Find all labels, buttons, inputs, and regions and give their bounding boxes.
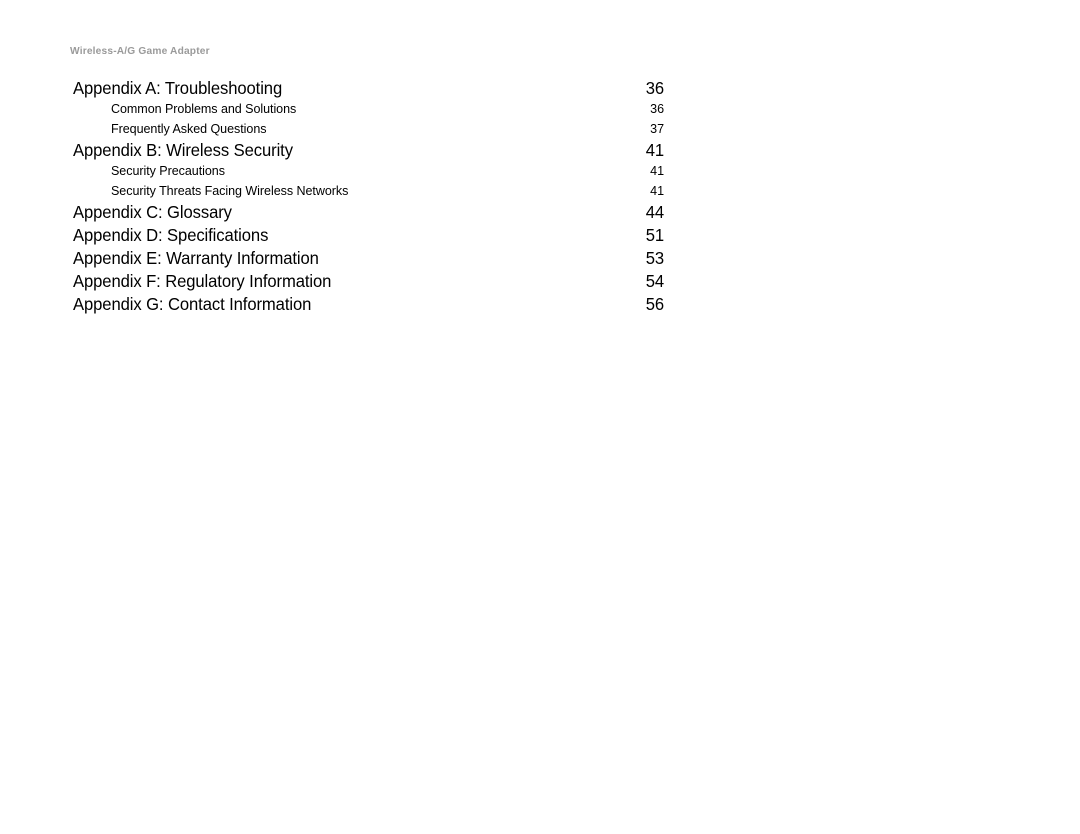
document-page: Wireless-A/G Game Adapter Appendix A: Tr… bbox=[0, 0, 1080, 834]
toc-entry-title: Appendix C: Glossary bbox=[73, 202, 232, 222]
toc-entry[interactable]: Appendix A: Troubleshooting 36 bbox=[73, 78, 664, 101]
toc-entry-title: Appendix F: Regulatory Information bbox=[73, 271, 332, 291]
toc-entry-title: Appendix B: Wireless Security bbox=[73, 140, 293, 160]
toc-entry[interactable]: Appendix D: Specifications 51 bbox=[73, 225, 664, 248]
toc-entry-title: Appendix G: Contact Information bbox=[73, 294, 312, 314]
toc-entry[interactable]: Appendix C: Glossary 44 bbox=[73, 202, 664, 225]
toc-entry[interactable]: Appendix E: Warranty Information 53 bbox=[73, 248, 664, 271]
toc-entry-page: 37 bbox=[650, 120, 664, 136]
toc-entry-title: Common Problems and Solutions bbox=[111, 101, 297, 116]
toc-entry-page: 41 bbox=[650, 182, 664, 198]
toc-entry-page: 51 bbox=[645, 225, 664, 245]
toc-entry-title: Appendix A: Troubleshooting bbox=[73, 78, 283, 98]
toc-entry-page: 36 bbox=[645, 78, 664, 98]
toc-entry[interactable]: Appendix G: Contact Information 56 bbox=[73, 294, 664, 317]
toc-entry-page: 53 bbox=[645, 248, 664, 268]
toc-entry[interactable]: Appendix F: Regulatory Information 54 bbox=[73, 271, 664, 294]
toc-entry-title: Frequently Asked Questions bbox=[111, 120, 267, 136]
toc-entry[interactable]: Frequently Asked Questions 37 bbox=[73, 121, 664, 141]
toc-entry[interactable]: Common Problems and Solutions 36 bbox=[73, 101, 664, 121]
toc-entry-title: Security Precautions bbox=[111, 163, 225, 178]
toc-entry-title: Appendix D: Specifications bbox=[73, 225, 269, 245]
toc-entry-title: Appendix E: Warranty Information bbox=[73, 248, 319, 268]
toc-entry-page: 54 bbox=[645, 271, 664, 291]
toc-entry-page: 41 bbox=[645, 140, 664, 160]
toc-entry[interactable]: Security Precautions 41 bbox=[73, 163, 664, 183]
toc-entry-page: 36 bbox=[650, 101, 664, 116]
toc-entry-page: 44 bbox=[645, 202, 664, 222]
table-of-contents: Appendix A: Troubleshooting 36 Common Pr… bbox=[73, 78, 664, 317]
toc-entry[interactable]: Appendix B: Wireless Security 41 bbox=[73, 140, 664, 163]
running-header: Wireless-A/G Game Adapter bbox=[70, 45, 210, 57]
toc-entry-page: 41 bbox=[650, 163, 664, 178]
toc-entry-page: 56 bbox=[645, 294, 664, 314]
toc-entry-title: Security Threats Facing Wireless Network… bbox=[111, 182, 349, 198]
toc-entry[interactable]: Security Threats Facing Wireless Network… bbox=[73, 183, 664, 203]
